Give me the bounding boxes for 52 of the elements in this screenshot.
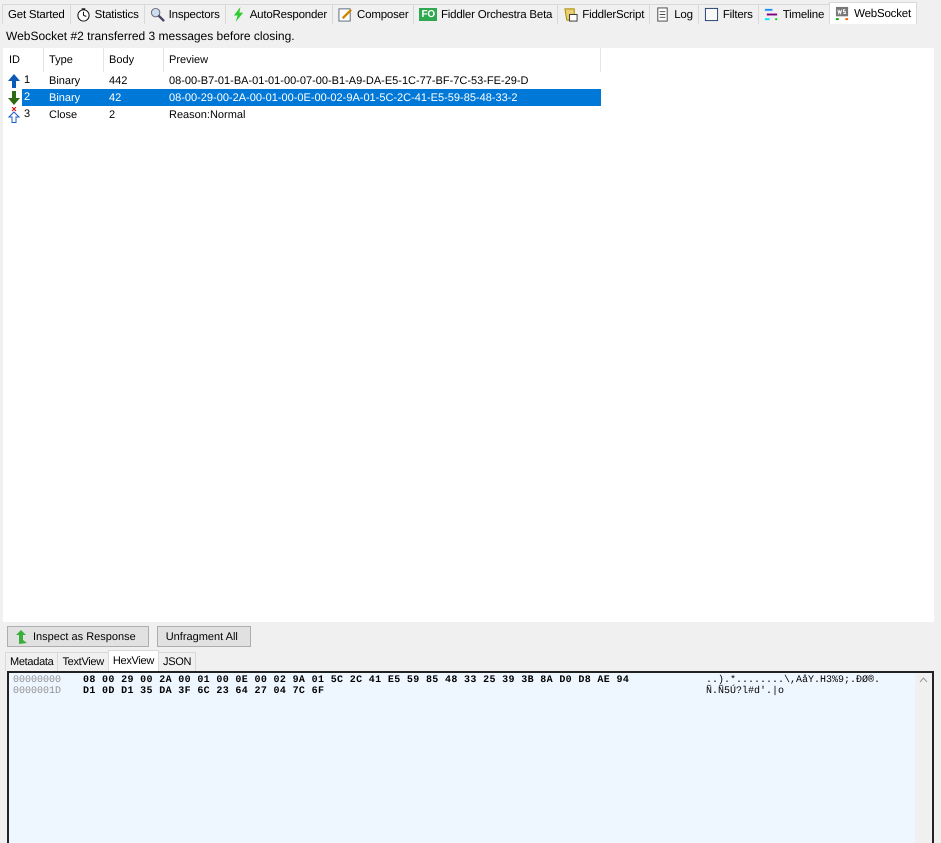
column-header[interactable]: Type [44, 48, 104, 72]
table-cell-text: 1 [23, 73, 32, 88]
column-header[interactable]: Body [104, 48, 164, 72]
table-cell-text: 3 [23, 107, 32, 122]
tab[interactable]: AutoResponder [224, 4, 334, 24]
timeline-icon [764, 7, 779, 22]
hex-offset: 00000000 [13, 675, 62, 686]
websocket-icon [835, 6, 850, 21]
tab[interactable]: Filters [698, 4, 759, 24]
tab[interactable]: Composer [332, 4, 414, 24]
table-cell-text: 08-00-B7-01-BA-01-01-00-07-00-B1-A9-DA-E5-1C-77-BF-7C-53-FE-29-D [168, 74, 530, 88]
stopwatch-icon [76, 7, 91, 22]
down-arrow-icon [8, 90, 20, 104]
scroll-up-icon[interactable] [919, 677, 928, 683]
table-cell: 08-00-29-00-2A-00-01-00-0E-00-02-9A-01-5C-2C-41-E5-59-85-48-33-2 [164, 89, 601, 106]
action-button[interactable]: Inspect as Response [7, 626, 149, 647]
document-icon [655, 7, 670, 22]
tab[interactable]: FO Fiddler Orchestra Beta [413, 4, 558, 24]
tab[interactable]: WebSocket [829, 2, 917, 24]
table-cell-text: Binary [48, 74, 82, 88]
checkbox-icon [704, 7, 719, 22]
table-cell-text: 442 [108, 74, 128, 88]
column-header[interactable]: ID [4, 48, 44, 72]
table-cell-text: 2 [108, 108, 116, 122]
table-cell: 42 [104, 89, 164, 106]
closed-up-arrow-icon [8, 106, 20, 122]
tab[interactable]: Log [649, 4, 699, 24]
tab[interactable]: Get Started [2, 4, 71, 24]
hex-ascii: ..).*........\,AåY.H3%9;.ÐØ®. [706, 675, 880, 686]
table-cell: Binary [44, 89, 104, 106]
hex-bytes: 08 00 29 00 2A 00 01 00 0E 00 02 9A 01 5C 2C 41 E5 59 85 48 33 25 39 3B 8A D0 D8 AE 94 [83, 675, 630, 686]
table-cell: 2 [22, 89, 44, 106]
notepad-pencil-icon [338, 7, 354, 22]
curved-arrow-icon [16, 630, 28, 644]
tab[interactable]: Metadata [5, 652, 58, 671]
tab[interactable]: JSON [158, 652, 196, 671]
hex-offset: 0000001D [13, 686, 62, 697]
table-cell-text: Reason:Normal [168, 108, 246, 122]
status-message: WebSocket #2 transferred 3 messages before closing. [6, 29, 295, 43]
hex-ascii: Ñ.Ñ5Ú?l#d'.|o [706, 686, 784, 697]
fo-badge-icon: FO [419, 8, 437, 21]
up-arrow-icon [8, 74, 20, 88]
tab[interactable]: HexView [108, 650, 159, 671]
hex-bytes: D1 0D D1 35 DA 3F 6C 23 64 27 04 7C 6F [83, 686, 326, 697]
tab[interactable]: Inspectors [144, 4, 226, 24]
table-cell-text: Close [48, 108, 78, 122]
action-button[interactable]: Unfragment All [156, 626, 251, 647]
tab[interactable]: FiddlerScript [557, 4, 650, 24]
tab[interactable]: Statistics [70, 4, 145, 24]
column-header[interactable]: Preview [164, 48, 601, 72]
magnifier-icon [150, 7, 165, 22]
scroll-icon [563, 7, 578, 22]
